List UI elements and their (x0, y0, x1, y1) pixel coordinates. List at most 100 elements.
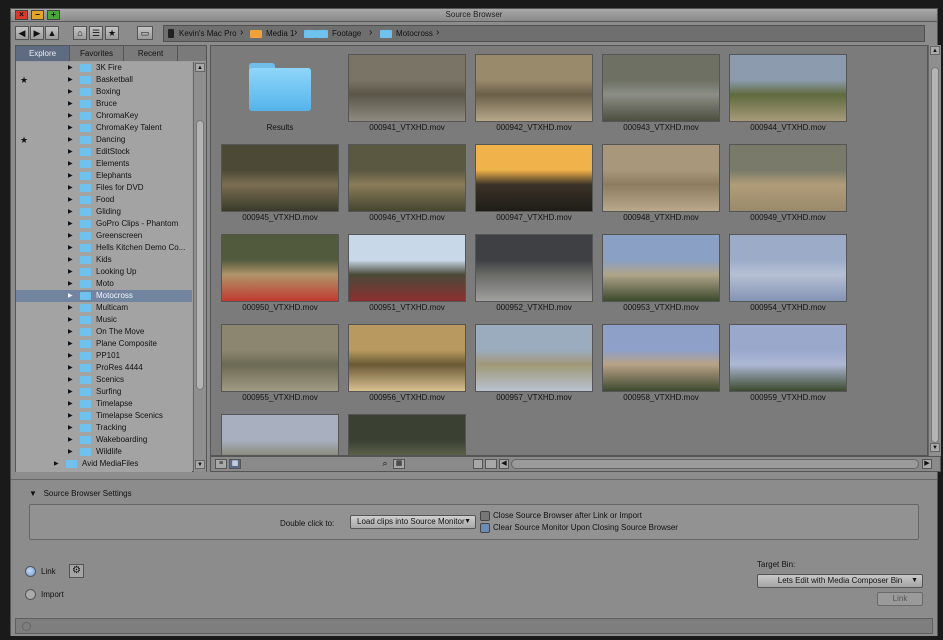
list-button[interactable]: ☰ (89, 26, 103, 40)
disclosure-triangle-icon[interactable]: ▶ (68, 194, 73, 206)
disclosure-triangle-icon[interactable]: ▶ (68, 362, 73, 374)
scroll-right-icon[interactable]: ▶ (922, 459, 932, 469)
tree-item[interactable]: ▶ Bruce (16, 98, 192, 110)
forward-button[interactable]: ▶ (30, 26, 44, 40)
tree-item[interactable]: ▶ Tracking (16, 422, 192, 434)
tree-item[interactable]: ▶ Surfing (16, 386, 192, 398)
disclosure-triangle-icon[interactable]: ▶ (68, 434, 73, 446)
breadcrumb-item[interactable]: Kevin's Mac Pro (168, 28, 237, 40)
clip-tile[interactable]: 000950_VTXHD.mov (219, 234, 341, 318)
clip-tile[interactable]: 000943_VTXHD.mov (600, 54, 722, 138)
clip-tile[interactable]: 000954_VTXHD.mov (727, 234, 849, 318)
scroll-left-icon[interactable]: ◀ (499, 459, 509, 469)
disclosure-triangle-icon[interactable]: ▶ (68, 158, 73, 170)
tab-explore[interactable]: Explore (16, 46, 70, 61)
clip-tile[interactable]: 000959_VTXHD.mov (727, 324, 849, 408)
small-thumb-icon[interactable] (473, 459, 483, 469)
tree-item[interactable]: ▶ Boxing (16, 86, 192, 98)
tree-item[interactable]: ▶ Gliding (16, 206, 192, 218)
disclosure-triangle-icon[interactable]: ▶ (68, 98, 73, 110)
horizontal-scrollbar[interactable] (511, 459, 919, 469)
scroll-down-icon[interactable]: ▼ (195, 460, 205, 469)
disclosure-triangle-icon[interactable]: ▶ (68, 338, 73, 350)
target-bin-select[interactable]: Lets Edit with Media Composer Bin ▼ (757, 574, 923, 588)
thumbnail-view-icon[interactable]: ▦ (229, 459, 241, 469)
settings-heading[interactable]: ▼ Source Browser Settings (29, 489, 132, 498)
double-click-select[interactable]: Load clips into Source Monitor ▼ (350, 515, 476, 529)
disclosure-triangle-icon[interactable]: ▶ (68, 398, 73, 410)
clip-tile[interactable]: 000945_VTXHD.mov (219, 144, 341, 228)
list-view-icon[interactable]: ≡ (215, 459, 227, 469)
disclosure-triangle-icon[interactable]: ▶ (68, 410, 73, 422)
clip-tile[interactable]: 000958_VTXHD.mov (600, 324, 722, 408)
drive-button[interactable]: ▭ (137, 26, 153, 40)
tree-item[interactable]: ▶ 3K Fire (16, 62, 192, 74)
tree-item[interactable]: ▶ Multicam (16, 302, 192, 314)
clip-tile[interactable]: 000948_VTXHD.mov (600, 144, 722, 228)
disclosure-triangle-icon[interactable]: ▶ (68, 230, 73, 242)
clip-tile[interactable]: 000956_VTXHD.mov (346, 324, 468, 408)
gear-icon[interactable]: ⚙ (69, 564, 84, 578)
grid-scroll-thumb[interactable] (931, 67, 939, 443)
clip-tile[interactable]: 000947_VTXHD.mov (473, 144, 595, 228)
close-after-link-checkbox[interactable] (480, 511, 490, 521)
tree-item[interactable]: ▶ Wakeboarding (16, 434, 192, 446)
disclosure-triangle-icon[interactable]: ▶ (54, 458, 59, 470)
star-icon[interactable]: ★ (20, 74, 28, 86)
disclosure-triangle-icon[interactable]: ▶ (68, 446, 73, 458)
link-radio[interactable] (25, 566, 36, 577)
back-button[interactable]: ◀ (15, 26, 29, 40)
tree-scrollbar[interactable]: ▲ ▼ (193, 62, 206, 472)
disclosure-triangle-icon[interactable]: ▶ (68, 374, 73, 386)
disclosure-triangle-icon[interactable]: ▶ (68, 386, 73, 398)
tree-item[interactable]: ▶ ProRes 4444 (16, 362, 192, 374)
tree-item[interactable]: ▶ ChromaKey Talent (16, 122, 192, 134)
star-icon[interactable]: ★ (20, 134, 28, 146)
tree-item[interactable]: ▶ Motocross (16, 290, 192, 302)
large-thumb-icon[interactable] (485, 459, 497, 469)
tree-item[interactable]: ▶ Avid MediaFiles (16, 458, 192, 470)
tree-item[interactable]: ★ ▶ Basketball (16, 74, 192, 86)
import-radio[interactable] (25, 589, 36, 600)
tree-item[interactable]: ▶ Greenscreen (16, 230, 192, 242)
disclosure-triangle-icon[interactable]: ▶ (68, 254, 73, 266)
disclosure-triangle-icon[interactable]: ▶ (68, 302, 73, 314)
grid-size-icon[interactable]: ▦ (393, 459, 405, 469)
disclosure-triangle-icon[interactable]: ▶ (68, 218, 73, 230)
disclosure-triangle-icon[interactable]: ▶ (68, 134, 73, 146)
grid-scroll-down-icon[interactable]: ▼ (930, 443, 940, 452)
clip-tile[interactable] (219, 414, 341, 455)
clip-tile[interactable]: 000952_VTXHD.mov (473, 234, 595, 318)
tree-item[interactable]: ▶ GoPro Clips - Phantom (16, 218, 192, 230)
tree-item[interactable]: ▶ Food (16, 194, 192, 206)
clip-tile[interactable]: 000942_VTXHD.mov (473, 54, 595, 138)
clip-tile[interactable]: 000951_VTXHD.mov (346, 234, 468, 318)
tree-item[interactable]: ▶ ChromaKey (16, 110, 192, 122)
disclosure-triangle-icon[interactable]: ▶ (68, 170, 73, 182)
tree-item[interactable]: ▶ Scenics (16, 374, 192, 386)
tree-item[interactable]: ▶ Looking Up (16, 266, 192, 278)
disclosure-triangle-icon[interactable]: ▶ (68, 314, 73, 326)
tree-item[interactable]: ▶ Timelapse (16, 398, 192, 410)
tree-item[interactable]: ▶ Kids (16, 254, 192, 266)
disclosure-triangle-icon[interactable]: ▶ (68, 422, 73, 434)
disclosure-triangle-icon[interactable]: ▶ (68, 86, 73, 98)
disclosure-triangle-icon[interactable]: ▶ (68, 290, 73, 302)
home-button[interactable]: ⌂ (73, 26, 87, 40)
tree-item[interactable]: ▶ On The Move (16, 326, 192, 338)
scroll-up-icon[interactable]: ▲ (195, 63, 205, 72)
tree-item[interactable]: ▶ PP101 (16, 350, 192, 362)
clip-tile[interactable]: 000949_VTXHD.mov (727, 144, 849, 228)
disclosure-triangle-icon[interactable]: ▶ (68, 110, 73, 122)
disclosure-triangle-icon[interactable]: ▶ (68, 278, 73, 290)
clip-tile[interactable]: 000941_VTXHD.mov (346, 54, 468, 138)
tree-item[interactable]: ★ ▶ Dancing (16, 134, 192, 146)
tab-favorites[interactable]: Favorites (70, 46, 124, 61)
tree-scroll-thumb[interactable] (196, 120, 204, 390)
grid-scrollbar[interactable]: ▲ ▼ (928, 45, 941, 456)
clip-tile[interactable]: 000944_VTXHD.mov (727, 54, 849, 138)
disclosure-triangle-icon[interactable]: ▶ (68, 242, 73, 254)
clip-tile[interactable]: 000955_VTXHD.mov (219, 324, 341, 408)
up-button[interactable]: ▲ (45, 26, 59, 40)
disclosure-triangle-icon[interactable]: ▶ (68, 266, 73, 278)
